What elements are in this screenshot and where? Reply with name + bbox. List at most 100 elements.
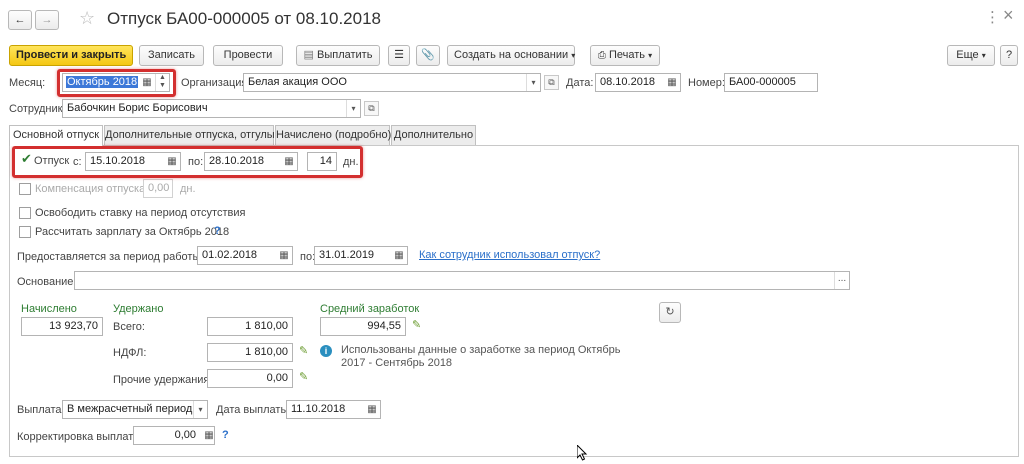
calendar-icon[interactable]: ▦ — [283, 153, 295, 170]
calendar-icon[interactable]: ▦ — [393, 247, 405, 264]
withheld-header: Удержано — [113, 303, 164, 315]
document-icon: ▤ — [303, 49, 314, 61]
employee-field[interactable]: Бабочкин Борис Борисович — [62, 99, 361, 118]
calendar-icon[interactable]: ▦ — [278, 247, 290, 264]
calendar-icon[interactable]: ▦ — [166, 153, 178, 170]
tab-accrued-detailed[interactable]: Начислено (подробно) — [275, 125, 391, 145]
create-based-button[interactable]: Создать на основании ▾ — [447, 45, 575, 66]
other-withholdings-field[interactable]: 0,00 — [207, 369, 293, 388]
month-value: Октябрь 2018 — [66, 76, 139, 88]
more-button-label: Еще — [956, 49, 979, 61]
vacation-usage-link[interactable]: Как сотрудник использовал отпуск? — [419, 248, 600, 262]
payment-label: Выплата: — [17, 404, 65, 416]
more-button[interactable]: Еще ▾ — [947, 45, 995, 66]
save-button[interactable]: Записать — [139, 45, 204, 66]
edit-pencil-icon[interactable]: ✎ — [412, 318, 421, 331]
payment-correction-label: Корректировка выплаты: — [17, 431, 145, 443]
help-button[interactable]: ? — [1000, 45, 1018, 66]
star-icon[interactable]: ☆ — [79, 8, 95, 29]
list-icon: ☰ — [394, 49, 404, 61]
compensation-days-unit: дн. — [180, 183, 196, 195]
help-icon[interactable]: ? — [214, 225, 221, 237]
dropdown-arrow-icon: ▾ — [981, 51, 986, 60]
calendar-icon[interactable]: ▦ — [366, 401, 378, 418]
info-icon: i — [320, 345, 332, 357]
list-button[interactable]: ☰ — [388, 45, 410, 66]
release-rate-label: Освободить ставку на период отсутствия — [35, 207, 246, 219]
vacation-checkbox[interactable]: ✔ — [21, 152, 33, 166]
month-field[interactable]: Октябрь 2018 — [62, 73, 170, 92]
dropdown-arrow-icon: ▾ — [571, 51, 576, 60]
dropdown-arrow-icon: ▾ — [648, 51, 653, 60]
edit-pencil-icon[interactable]: ✎ — [299, 344, 308, 357]
month-label: Месяц: — [9, 77, 46, 89]
compensation-label: Компенсация отпуска — [35, 183, 146, 195]
date-label: Дата: — [566, 77, 594, 89]
refresh-icon: ↻ — [665, 306, 675, 318]
tab-additional[interactable]: Дополнительно — [391, 125, 476, 145]
number-field[interactable]: БА00-000005 — [724, 73, 818, 92]
chevron-down-icon[interactable]: ▾ — [193, 401, 207, 418]
work-period-to-label: по: — [300, 251, 316, 263]
pay-button-label: Выплатить — [317, 49, 373, 61]
printer-icon: ⎙ — [597, 50, 606, 61]
print-button-label: Печать — [608, 49, 646, 61]
chevron-down-icon[interactable]: ▾ — [346, 100, 360, 117]
open-link-icon: ⧉ — [548, 77, 555, 87]
calculate-salary-checkbox[interactable] — [19, 226, 31, 238]
post-and-close-button[interactable]: Провести и закрыть — [9, 45, 133, 66]
page-title: Отпуск БА00-000005 от 08.10.2018 — [107, 9, 382, 28]
calculate-salary-label: Рассчитать зарплату за Октябрь 2018 — [35, 226, 230, 238]
avg-earnings-info: Использованы данные о заработке за перио… — [341, 344, 621, 369]
ndfl-field[interactable]: 1 810,00 — [207, 343, 293, 362]
calendar-icon[interactable]: ▦ — [141, 74, 153, 91]
withheld-total-field[interactable]: 1 810,00 — [207, 317, 293, 336]
compensation-days-field[interactable]: 0,00 — [143, 179, 173, 198]
basis-label: Основание: — [17, 276, 77, 288]
vacation-days-field[interactable]: 14 — [307, 152, 337, 171]
post-button[interactable]: Провести — [213, 45, 283, 66]
print-button[interactable]: ⎙ Печать ▾ — [590, 45, 660, 66]
month-stepper[interactable]: ▲ ▼ — [155, 74, 169, 91]
forward-button[interactable]: → — [35, 10, 59, 30]
work-period-label: Предоставляется за период работы с: — [17, 251, 212, 263]
open-organization-button[interactable]: ⧉ — [544, 75, 559, 90]
vacation-days-unit: дн. — [343, 156, 359, 168]
close-button[interactable]: × — [1003, 5, 1014, 26]
tab-additional-vacations[interactable]: Дополнительные отпуска, отгулы — [104, 125, 275, 145]
vacation-from-label: с: — [73, 156, 82, 168]
calendar-icon[interactable]: ▦ — [666, 74, 678, 91]
back-button[interactable]: ← — [8, 10, 32, 30]
attach-button[interactable]: 📎 — [416, 45, 440, 66]
arrow-right-icon: → — [41, 14, 53, 26]
calculator-icon[interactable]: ▦ — [203, 427, 215, 444]
accrued-header: Начислено — [21, 303, 77, 315]
number-label: Номер: — [688, 77, 725, 89]
compensation-checkbox[interactable] — [19, 183, 31, 195]
create-based-label: Создать на основании — [454, 49, 569, 61]
vacation-label: Отпуск — [34, 155, 70, 167]
accrued-field[interactable]: 13 923,70 — [21, 317, 103, 336]
refresh-button[interactable]: ↻ — [659, 302, 681, 323]
organization-label: Организация: — [181, 77, 251, 89]
help-icon[interactable]: ? — [222, 429, 229, 441]
paperclip-icon: 📎 — [421, 49, 435, 61]
more-options-icon[interactable]: ⋮ — [985, 8, 1000, 26]
other-withholdings-label: Прочие удержания: — [113, 374, 213, 386]
edit-pencil-icon[interactable]: ✎ — [299, 370, 308, 383]
open-employee-button[interactable]: ⧉ — [364, 101, 379, 116]
payment-date-label: Дата выплаты: — [216, 404, 292, 416]
tab-main-vacation[interactable]: Основной отпуск — [9, 125, 103, 146]
release-rate-checkbox[interactable] — [19, 207, 31, 219]
payment-field[interactable]: В межрасчетный период — [62, 400, 208, 419]
chevron-down-icon[interactable]: ▾ — [526, 74, 540, 91]
avg-earnings-header: Средний заработок — [320, 303, 420, 315]
pay-button[interactable]: ▤ Выплатить — [296, 45, 380, 66]
ndfl-label: НДФЛ: — [113, 347, 147, 359]
organization-field[interactable]: Белая акация ООО — [243, 73, 541, 92]
basis-field[interactable] — [74, 271, 850, 290]
arrow-left-icon: ← — [14, 14, 26, 26]
basis-select-button[interactable]: ... — [834, 272, 849, 289]
withheld-total-label: Всего: — [113, 321, 145, 333]
avg-earnings-field[interactable]: 994,55 — [320, 317, 406, 336]
